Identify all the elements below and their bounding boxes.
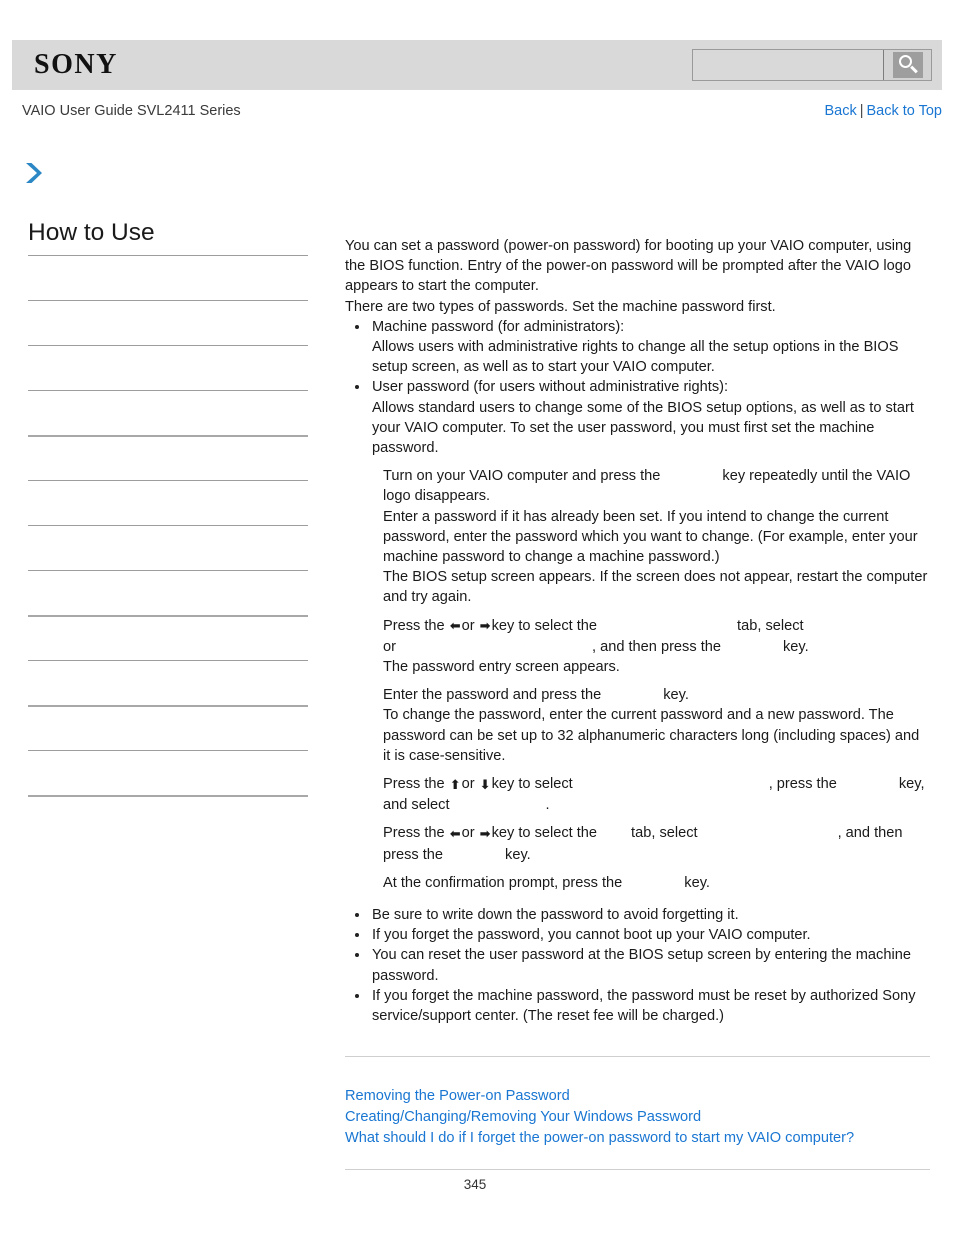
sidebar-item-4[interactable] (28, 435, 308, 480)
step-text: To change the password, enter the curren… (383, 707, 920, 764)
list-item: Machine password (for administrators): A… (345, 317, 930, 378)
related-link-removing-power-on-password[interactable]: Removing the Power-on Password (345, 1086, 930, 1107)
password-type-heading: Machine password (for administrators): (372, 318, 625, 335)
sidebar-item-10[interactable] (28, 705, 308, 750)
footer-divider (345, 1169, 930, 1170)
sidebar-item-7[interactable] (28, 570, 308, 615)
step-6: Press the ⬆or ⬇key to select, press the k… (345, 774, 930, 815)
step-text: or (461, 617, 475, 634)
step-text: , press the (768, 776, 837, 793)
sidebar-item-6[interactable] (28, 525, 308, 570)
related-links: Removing the Power-on Password Creating/… (345, 1086, 930, 1149)
step-text: , and then press the (591, 638, 721, 655)
arrow-left-icon: ⬅ (449, 826, 461, 842)
note-text: If you forget the password, you cannot b… (372, 927, 811, 944)
procedure-steps: Turn on your VAIO computer and press the… (345, 466, 930, 893)
step-text: key. (663, 687, 689, 704)
step-text: Press the (383, 825, 445, 842)
step-text: Press the (383, 776, 445, 793)
step-text: or (461, 825, 475, 842)
step-text: or (461, 776, 475, 793)
step-text: Turn on your VAIO computer and press the (383, 468, 661, 485)
password-type-heading: User password (for users without adminis… (372, 379, 729, 396)
chevron-right-icon[interactable] (22, 160, 46, 186)
header-nav: Back | Back to Top (824, 100, 942, 122)
subheader: VAIO User Guide SVL2411 Series Back | Back… (12, 100, 942, 122)
step-text: key. (782, 638, 809, 655)
intro-paragraph-1: You can set a password (power-on passwor… (345, 238, 912, 295)
sidebar-title: How to Use (28, 219, 155, 246)
sidebar-item-2[interactable] (28, 345, 308, 390)
sidebar-item-9[interactable] (28, 660, 308, 705)
step-text: At the confirmation prompt, press the (383, 874, 623, 891)
step-5: Enter the password and press the key. To … (345, 685, 930, 766)
list-item: If you forget the password, you cannot b… (345, 925, 930, 945)
notes-list: Be sure to write down the password to av… (345, 905, 930, 1026)
sidebar-item-3[interactable] (28, 390, 308, 435)
back-link[interactable]: Back (824, 103, 856, 119)
list-item: If you forget the machine password, the … (345, 986, 930, 1026)
arrow-left-icon: ⬅ (449, 619, 461, 635)
search-button[interactable] (883, 50, 931, 80)
sidebar-item-11[interactable] (28, 750, 308, 795)
step-text: or (383, 638, 396, 655)
sidebar-item-5[interactable] (28, 480, 308, 525)
step-text: tab, select (737, 617, 804, 634)
arrow-right-icon: ➡ (479, 619, 491, 635)
list-item: Be sure to write down the password to av… (345, 905, 930, 925)
sidebar-item-1[interactable] (28, 300, 308, 345)
step-text: . (545, 797, 550, 814)
step-text: key to select the (491, 617, 598, 634)
step-text: The password entry screen appears. (383, 659, 620, 676)
sony-logo: SONY (34, 49, 118, 80)
article-body: You can set a password (power-on passwor… (345, 236, 930, 901)
search-box[interactable] (692, 49, 932, 81)
arrow-right-icon: ➡ (479, 826, 491, 842)
step-text: Press the (383, 617, 445, 634)
step-text: tab, select (631, 825, 698, 842)
password-types-list: Machine password (for administrators): A… (345, 317, 930, 458)
guide-title: VAIO User Guide SVL2411 Series (22, 103, 241, 119)
step-text: key. (505, 846, 531, 863)
sidebar-item-0[interactable] (28, 255, 308, 300)
related-link-forgot-power-on-password[interactable]: What should I do if I forget the power-o… (345, 1128, 930, 1149)
step-text: key. (684, 874, 710, 891)
step-2: Enter a password if it has already been … (345, 507, 930, 568)
note-text: If you forget the machine password, the … (372, 987, 916, 1025)
arrow-down-icon: ⬇ (479, 777, 491, 793)
search-input[interactable] (693, 50, 883, 80)
list-item: You can reset the user password at the B… (345, 945, 930, 985)
step-4: Press the ⬅or ➡key to select the tab, sel… (345, 616, 930, 678)
step-1: Turn on your VAIO computer and press the… (345, 466, 930, 506)
back-to-top-link[interactable]: Back to Top (866, 103, 942, 119)
step-text: Enter the password and press the (383, 687, 602, 704)
step-3: The BIOS setup screen appears. If the sc… (345, 567, 930, 607)
content-divider (345, 1056, 930, 1057)
step-7: Press the ⬅or ➡key to select the tab, sel… (345, 823, 930, 864)
intro-paragraph-2: There are two types of passwords. Set th… (345, 298, 776, 315)
sidebar: How to Use (28, 218, 308, 840)
arrow-up-icon: ⬆ (449, 777, 461, 793)
site-header: SONY (12, 40, 942, 90)
note-text: You can reset the user password at the B… (372, 947, 911, 984)
sidebar-item-8[interactable] (28, 615, 308, 660)
search-icon (892, 52, 923, 78)
related-link-windows-password[interactable]: Creating/Changing/Removing Your Windows … (345, 1107, 930, 1128)
step-text: The BIOS setup screen appears. If the sc… (383, 569, 928, 606)
page-number: 345 (463, 1177, 487, 1192)
step-text: key to select the (491, 825, 598, 842)
password-type-description: Allows standard users to change some of … (372, 399, 914, 457)
step-text: Enter a password if it has already been … (383, 508, 918, 566)
list-item: User password (for users without adminis… (345, 377, 930, 458)
notes-section: Be sure to write down the password to av… (345, 905, 930, 1026)
step-text: key to select (491, 776, 573, 793)
step-8: At the confirmation prompt, press the key… (345, 873, 930, 893)
password-type-description: Allows users with administrative rights … (372, 339, 899, 376)
note-text: Be sure to write down the password to av… (372, 907, 739, 923)
sidebar-item-end (28, 795, 308, 840)
